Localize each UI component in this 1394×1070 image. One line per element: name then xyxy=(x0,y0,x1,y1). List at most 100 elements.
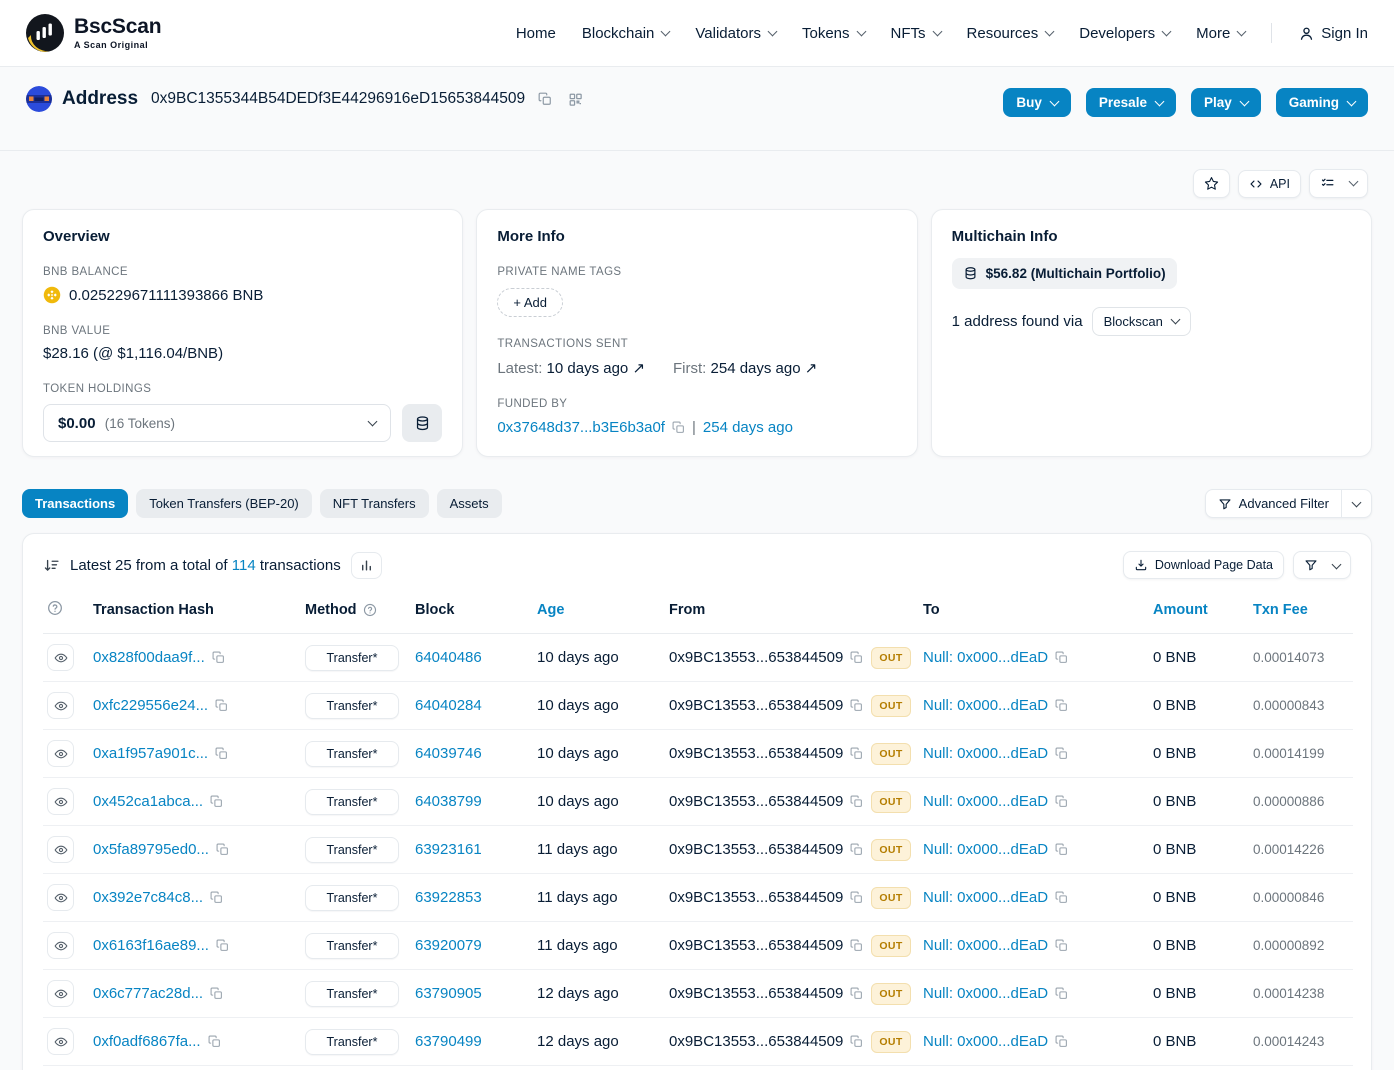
tab-nft-transfers[interactable]: NFT Transfers xyxy=(320,489,429,518)
advanced-filter-button[interactable]: Advanced Filter xyxy=(1206,490,1341,517)
copy-icon[interactable] xyxy=(1055,843,1068,856)
tx-hash-link[interactable]: 0x452ca1abca... xyxy=(93,793,203,810)
tx-hash-link[interactable]: 0x6c777ac28d... xyxy=(93,985,203,1002)
table-filter-button[interactable] xyxy=(1293,551,1351,579)
buy-button[interactable]: Buy xyxy=(1003,88,1071,117)
copy-icon[interactable] xyxy=(216,843,229,856)
preview-eye-button[interactable] xyxy=(47,692,74,719)
help-icon[interactable] xyxy=(363,603,377,617)
nav-validators[interactable]: Validators xyxy=(695,25,776,42)
age-value[interactable]: 12 days ago xyxy=(537,1033,619,1050)
advanced-filter-dropdown[interactable] xyxy=(1341,490,1371,517)
view-options-button[interactable] xyxy=(1309,169,1368,198)
copy-icon[interactable] xyxy=(215,747,228,760)
method-badge[interactable]: Transfer* xyxy=(305,1029,399,1055)
nav-resources[interactable]: Resources xyxy=(967,25,1054,42)
age-value[interactable]: 10 days ago xyxy=(537,745,619,762)
age-value[interactable]: 10 days ago xyxy=(537,793,619,810)
copy-icon[interactable] xyxy=(1055,747,1068,760)
copy-icon[interactable] xyxy=(210,987,223,1000)
brand-logo[interactable]: BscScan A Scan Original xyxy=(26,14,161,52)
funded-by-address-link[interactable]: 0x37648d37...b3E6b3a0f xyxy=(497,419,665,436)
preview-eye-button[interactable] xyxy=(47,980,74,1007)
copy-icon[interactable] xyxy=(1055,1035,1068,1048)
age-value[interactable]: 11 days ago xyxy=(537,889,618,906)
from-address[interactable]: 0x9BC13553...653844509 xyxy=(669,745,843,762)
copy-icon[interactable] xyxy=(1055,795,1068,808)
preview-eye-button[interactable] xyxy=(47,740,74,767)
block-link[interactable]: 64039746 xyxy=(415,745,482,762)
copy-address-button[interactable] xyxy=(535,89,555,109)
tx-hash-link[interactable]: 0x392e7c84c8... xyxy=(93,889,203,906)
copy-icon[interactable] xyxy=(216,939,229,952)
tx-hash-link[interactable]: 0x6163f16ae89... xyxy=(93,937,209,954)
method-badge[interactable]: Transfer* xyxy=(305,789,399,815)
method-badge[interactable]: Transfer* xyxy=(305,645,399,671)
to-address-link[interactable]: Null: 0x000...dEaD xyxy=(923,649,1048,666)
from-address[interactable]: 0x9BC13553...653844509 xyxy=(669,793,843,810)
from-address[interactable]: 0x9BC13553...653844509 xyxy=(669,889,843,906)
method-badge[interactable]: Transfer* xyxy=(305,885,399,911)
method-badge[interactable]: Transfer* xyxy=(305,693,399,719)
nav-tokens[interactable]: Tokens xyxy=(802,25,865,42)
copy-icon[interactable] xyxy=(850,795,863,808)
block-link[interactable]: 64040284 xyxy=(415,697,482,714)
nav-blockchain[interactable]: Blockchain xyxy=(582,25,670,42)
qr-code-button[interactable] xyxy=(565,89,586,110)
from-address[interactable]: 0x9BC13553...653844509 xyxy=(669,1033,843,1050)
copy-icon[interactable] xyxy=(212,651,225,664)
wallet-portfolio-button[interactable] xyxy=(402,404,442,442)
copy-icon[interactable] xyxy=(850,939,863,952)
tx-hash-link[interactable]: 0x828f00daa9f... xyxy=(93,649,205,666)
tx-hash-link[interactable]: 0xf0adf6867fa... xyxy=(93,1033,201,1050)
copy-icon[interactable] xyxy=(1055,987,1068,1000)
age-value[interactable]: 11 days ago xyxy=(537,841,618,858)
from-address[interactable]: 0x9BC13553...653844509 xyxy=(669,697,843,714)
copy-icon[interactable] xyxy=(850,1035,863,1048)
tab-assets[interactable]: Assets xyxy=(437,489,502,518)
block-link[interactable]: 63923161 xyxy=(415,841,482,858)
download-page-data-button[interactable]: Download Page Data xyxy=(1123,551,1284,579)
latest-tx-link[interactable]: 10 days ago ↗ xyxy=(547,360,645,377)
tx-hash-link[interactable]: 0xa1f957a901c... xyxy=(93,745,208,762)
method-badge[interactable]: Transfer* xyxy=(305,741,399,767)
nav-more[interactable]: More xyxy=(1196,25,1245,42)
nav-nfts[interactable]: NFTs xyxy=(891,25,941,42)
to-address-link[interactable]: Null: 0x000...dEaD xyxy=(923,889,1048,906)
tx-hash-link[interactable]: 0xfc229556e24... xyxy=(93,697,208,714)
to-address-link[interactable]: Null: 0x000...dEaD xyxy=(923,697,1048,714)
block-link[interactable]: 64040486 xyxy=(415,649,482,666)
method-badge[interactable]: Transfer* xyxy=(305,837,399,863)
to-address-link[interactable]: Null: 0x000...dEaD xyxy=(923,793,1048,810)
copy-icon[interactable] xyxy=(850,651,863,664)
presale-button[interactable]: Presale xyxy=(1086,88,1176,117)
copy-icon[interactable] xyxy=(210,891,223,904)
provider-select[interactable]: Blockscan xyxy=(1092,307,1191,336)
age-value[interactable]: 10 days ago xyxy=(537,697,619,714)
preview-eye-button[interactable] xyxy=(47,1028,74,1055)
block-link[interactable]: 64038799 xyxy=(415,793,482,810)
copy-icon[interactable] xyxy=(215,699,228,712)
preview-eye-button[interactable] xyxy=(47,836,74,863)
column-header-amount[interactable]: Amount xyxy=(1149,591,1249,634)
copy-icon[interactable] xyxy=(1055,939,1068,952)
analytics-chart-button[interactable] xyxy=(351,552,382,579)
preview-eye-button[interactable] xyxy=(47,644,74,671)
age-value[interactable]: 11 days ago xyxy=(537,937,618,954)
multichain-portfolio-button[interactable]: $56.82 (Multichain Portfolio) xyxy=(952,258,1177,289)
play-button[interactable]: Play xyxy=(1191,88,1261,117)
copy-icon[interactable] xyxy=(850,987,863,1000)
sort-icon[interactable] xyxy=(43,557,60,574)
sign-in-button[interactable]: Sign In xyxy=(1298,25,1368,42)
tab-token-transfers[interactable]: Token Transfers (BEP-20) xyxy=(136,489,312,518)
preview-eye-button[interactable] xyxy=(47,884,74,911)
add-name-tag-button[interactable]: + Add xyxy=(497,288,563,317)
gaming-button[interactable]: Gaming xyxy=(1276,88,1368,117)
column-header-fee[interactable]: Txn Fee xyxy=(1249,591,1353,634)
favorite-star-button[interactable] xyxy=(1193,169,1230,198)
column-header-age[interactable]: Age xyxy=(533,591,665,634)
method-badge[interactable]: Transfer* xyxy=(305,933,399,959)
from-address[interactable]: 0x9BC13553...653844509 xyxy=(669,649,843,666)
age-value[interactable]: 10 days ago xyxy=(537,649,619,666)
from-address[interactable]: 0x9BC13553...653844509 xyxy=(669,841,843,858)
